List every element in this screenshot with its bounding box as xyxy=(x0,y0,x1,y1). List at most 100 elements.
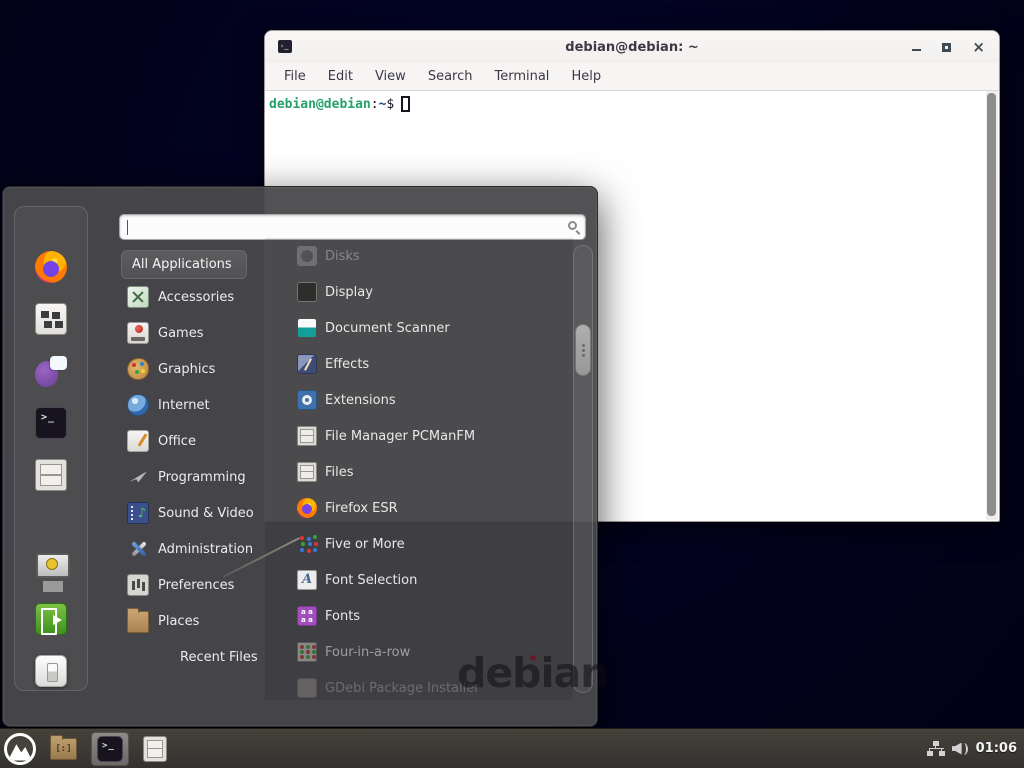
application-label: Document Scanner xyxy=(325,321,450,336)
menubar-item[interactable]: Terminal xyxy=(483,69,560,84)
application-item[interactable]: Font Selection xyxy=(265,562,573,598)
files-icon[interactable] xyxy=(143,736,167,762)
file-manager-icon[interactable] xyxy=(50,738,77,760)
application-item[interactable]: Extensions xyxy=(265,382,573,418)
favorite-item[interactable] xyxy=(35,345,67,397)
desktop: debian@debian: ~ × FileEditViewSearchTer… xyxy=(0,0,1024,768)
administration-icon xyxy=(127,538,149,560)
lock-screen-icon xyxy=(35,551,67,583)
menubar-item[interactable]: Edit xyxy=(317,69,364,84)
extensions-icon xyxy=(297,390,317,410)
application-item[interactable]: Five or More xyxy=(265,526,573,562)
category-item[interactable]: Preferences xyxy=(119,567,265,603)
taskbar: 01:06 xyxy=(0,728,1024,768)
terminal-title: debian@debian: ~ xyxy=(565,40,698,55)
favorite-item[interactable] xyxy=(35,241,67,293)
application-item[interactable]: Fonts xyxy=(265,598,573,634)
category-item[interactable]: Places xyxy=(119,603,265,639)
category-item[interactable]: Graphics xyxy=(119,351,265,387)
prompt-dollar: $ xyxy=(386,97,394,112)
menubar-item[interactable]: View xyxy=(364,69,417,84)
disks-icon xyxy=(297,246,317,266)
system-tray: 01:06 xyxy=(927,741,1024,757)
category-item[interactable]: Recent Files xyxy=(119,639,265,675)
favorites-list xyxy=(35,241,67,501)
terminal-taskbar-button[interactable] xyxy=(91,732,129,766)
menu-scrollbar-thumb[interactable] xyxy=(575,324,591,376)
category-item[interactable]: Accessories xyxy=(119,279,265,315)
graphics-icon xyxy=(127,358,149,380)
menubar-item[interactable]: File xyxy=(273,69,317,84)
window-controls: × xyxy=(912,31,985,63)
application-label: Fonts xyxy=(325,609,360,624)
category-item[interactable]: Programming xyxy=(119,459,265,495)
search-icon xyxy=(568,221,577,230)
application-item[interactable]: Effects xyxy=(265,346,573,382)
category-label: Administration xyxy=(158,542,253,557)
category-item[interactable]: Sound & Video xyxy=(119,495,265,531)
terminal-menubar: FileEditViewSearchTerminalHelp xyxy=(265,63,999,91)
favorite-item[interactable] xyxy=(35,449,67,501)
application-label: Files xyxy=(325,465,354,480)
menu-scrollbar-track[interactable] xyxy=(573,245,593,693)
prompt-user-host: debian@debian xyxy=(269,97,371,112)
sound-video-icon xyxy=(127,502,149,524)
category-label: Recent Files xyxy=(180,650,258,665)
prompt-path: ~ xyxy=(379,97,387,112)
terminal-scrollbar-track[interactable] xyxy=(986,91,998,520)
all-applications-label: All Applications xyxy=(132,257,232,272)
search-input[interactable] xyxy=(120,215,585,239)
volume-icon[interactable] xyxy=(952,741,969,757)
menubar-item[interactable]: Search xyxy=(417,69,484,84)
favorite-item[interactable] xyxy=(35,397,67,449)
application-item[interactable]: Files xyxy=(265,454,573,490)
file-manager-icon xyxy=(35,459,67,491)
category-item[interactable]: Administration xyxy=(119,531,265,567)
category-item[interactable]: Internet xyxy=(119,387,265,423)
fonts-icon xyxy=(297,606,317,626)
category-label: Internet xyxy=(158,398,210,413)
application-label: Five or More xyxy=(325,537,405,552)
terminal-scrollbar-thumb[interactable] xyxy=(987,93,996,516)
category-label: Places xyxy=(158,614,199,629)
search-box[interactable] xyxy=(119,214,586,240)
shut-down-icon xyxy=(35,655,67,687)
places-icon xyxy=(127,611,149,633)
favorite-item[interactable] xyxy=(35,293,67,345)
network-icon[interactable] xyxy=(927,741,945,757)
log-out-icon xyxy=(35,603,67,635)
five-icon xyxy=(297,534,317,554)
application-item[interactable]: Display xyxy=(265,274,573,310)
pidgin-icon xyxy=(35,355,67,387)
category-item[interactable]: Office xyxy=(119,423,265,459)
application-label: Font Selection xyxy=(325,573,417,588)
category-item[interactable]: Games xyxy=(119,315,265,351)
session-item[interactable] xyxy=(15,593,87,645)
programming-icon xyxy=(127,466,149,488)
menu-button[interactable] xyxy=(4,733,36,765)
session-item[interactable] xyxy=(15,541,87,593)
application-item[interactable]: File Manager PCManFM xyxy=(265,418,573,454)
cabinet-icon xyxy=(297,426,317,446)
application-item[interactable]: Document Scanner xyxy=(265,310,573,346)
terminal-titlebar[interactable]: debian@debian: ~ × xyxy=(265,31,999,63)
all-applications-button[interactable]: All Applications xyxy=(121,250,247,279)
category-label: Graphics xyxy=(158,362,215,377)
menubar-item[interactable]: Help xyxy=(560,69,612,84)
category-label: Games xyxy=(158,326,203,341)
display-icon xyxy=(297,282,317,302)
application-item[interactable]: Disks xyxy=(265,238,573,274)
shell-prompt: debian@debian:~$ xyxy=(269,96,995,112)
clock[interactable]: 01:06 xyxy=(976,741,1017,756)
session-item[interactable] xyxy=(15,645,87,697)
maximize-icon[interactable] xyxy=(942,43,951,52)
application-item[interactable]: Firefox ESR xyxy=(265,490,573,526)
minimize-icon[interactable] xyxy=(912,49,921,51)
close-icon[interactable]: × xyxy=(972,40,985,55)
application-label: Four-in-a-row xyxy=(325,645,410,660)
terminal-icon xyxy=(35,407,67,439)
favorites-panel xyxy=(14,206,88,691)
category-label: Programming xyxy=(158,470,246,485)
taskbar-left xyxy=(0,729,175,768)
application-label: File Manager PCManFM xyxy=(325,429,475,444)
